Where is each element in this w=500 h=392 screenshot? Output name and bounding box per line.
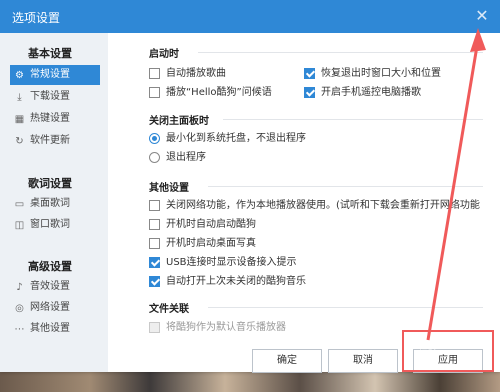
close-icon: ✕ — [475, 6, 489, 25]
sidebar-group-advanced: 高级设置 — [28, 260, 72, 273]
desktop-lyrics-icon: ▭ — [14, 199, 25, 210]
option-label: 开机时自动启动酷狗 — [166, 219, 256, 230]
divider — [198, 52, 483, 53]
refresh-icon: ↻ — [15, 136, 24, 147]
sidebar-item-label: 其他设置 — [30, 323, 70, 334]
sidebar-item-other[interactable]: ⋯ 其他设置 — [10, 319, 100, 339]
radio-circle — [149, 152, 160, 163]
checkbox-box — [149, 257, 160, 268]
divider — [208, 307, 483, 308]
divider — [208, 186, 483, 187]
checkbox-box — [149, 200, 160, 211]
checkbox-box — [149, 68, 160, 79]
sound-effect-icon: ♪ — [16, 282, 23, 293]
checkbox-box — [149, 87, 160, 98]
option-label: 开机时启动桌面写真 — [166, 238, 256, 249]
network-icon: ◎ — [15, 303, 24, 314]
close-button[interactable]: ✕ — [472, 6, 492, 26]
section-title-close-panel: 关闭主面板时 — [149, 116, 209, 127]
option-label: 播放“Hello酷狗”问候语 — [166, 87, 272, 98]
checkbox-box — [149, 238, 160, 249]
sidebar-item-label: 窗口歌词 — [30, 219, 70, 230]
disable-network-checkbox[interactable]: 关闭网络功能，作为本地播放器使用。(试听和下载会重新打开网络功能 — [149, 199, 480, 213]
auto-open-music-checkbox[interactable]: 自动打开上次未关闭的酷狗音乐 — [149, 275, 306, 289]
section-title-other: 其他设置 — [149, 183, 189, 194]
checkbox-box — [304, 87, 315, 98]
more-icon: ⋯ — [14, 324, 25, 335]
divider — [223, 119, 483, 120]
sidebar-item-label: 热键设置 — [30, 113, 70, 124]
gear-icon: ⚙ — [15, 70, 24, 81]
option-label: 退出程序 — [166, 152, 206, 163]
option-label: USB连接时显示设备接入提示 — [166, 257, 297, 268]
section-title-file-assoc: 文件关联 — [149, 304, 189, 315]
sidebar-group-basic: 基本设置 — [28, 47, 72, 60]
sidebar-group-lyrics: 歌词设置 — [28, 177, 72, 190]
checkbox-box — [149, 276, 160, 287]
sidebar-item-update[interactable]: ↻ 软件更新 — [10, 131, 100, 151]
option-label: 最小化到系统托盘，不退出程序 — [166, 133, 306, 144]
default-player-checkbox[interactable]: 将酷狗作为默认音乐播放器 — [149, 321, 286, 335]
play-greeting-checkbox[interactable]: 播放“Hello酷狗”问候语 — [149, 86, 272, 100]
option-label: 自动打开上次未关闭的酷狗音乐 — [166, 276, 306, 287]
watermark-text: 经验 — [418, 350, 438, 361]
sidebar-item-label: 音效设置 — [30, 281, 70, 292]
minimize-to-tray-radio[interactable]: 最小化到系统托盘，不退出程序 — [149, 132, 306, 146]
sidebar-item-network[interactable]: ◎ 网络设置 — [10, 298, 100, 318]
phone-remote-checkbox[interactable]: 开启手机遥控电脑播歌 — [304, 86, 421, 100]
keyboard-icon: ▦ — [14, 114, 25, 125]
boot-desktop-writing-checkbox[interactable]: 开机时启动桌面写真 — [149, 237, 256, 251]
option-label: 恢复退出时窗口大小和位置 — [321, 68, 441, 79]
boot-start-checkbox[interactable]: 开机时自动启动酷狗 — [149, 218, 256, 232]
cancel-button[interactable]: 取消 — [328, 349, 398, 373]
sidebar-item-label: 软件更新 — [30, 135, 70, 146]
sidebar-item-desktop-lyrics[interactable]: ▭ 桌面歌词 — [10, 194, 100, 214]
dialog-title: 选项设置 — [12, 11, 61, 25]
sidebar-item-label: 桌面歌词 — [30, 198, 70, 209]
download-icon: ⤓ — [17, 92, 22, 103]
ok-button[interactable]: 确定 — [252, 349, 322, 373]
sidebar-item-sound-effect[interactable]: ♪ 音效设置 — [10, 277, 100, 297]
sidebar-item-hotkey[interactable]: ▦ 热键设置 — [10, 109, 100, 129]
auto-play-checkbox[interactable]: 自动播放歌曲 — [149, 67, 226, 81]
sidebar-item-label: 网络设置 — [30, 302, 70, 313]
section-title-startup: 启动时 — [149, 49, 179, 60]
title-bar: 选项设置 ✕ — [0, 0, 500, 33]
restore-window-checkbox[interactable]: 恢复退出时窗口大小和位置 — [304, 67, 441, 81]
sidebar-item-download[interactable]: ⤓ 下载设置 — [10, 87, 100, 107]
exit-program-radio[interactable]: 退出程序 — [149, 151, 206, 165]
sidebar-item-window-lyrics[interactable]: ◫ 窗口歌词 — [10, 215, 100, 235]
usb-prompt-checkbox[interactable]: USB连接时显示设备接入提示 — [149, 256, 297, 270]
option-label: 将酷狗作为默认音乐播放器 — [166, 322, 286, 333]
checkbox-box — [149, 322, 160, 333]
window-lyrics-icon: ◫ — [14, 220, 25, 231]
option-label: 自动播放歌曲 — [166, 68, 226, 79]
settings-content: 启动时 自动播放歌曲 恢复退出时窗口大小和位置 播放“Hello酷狗”问候语 开… — [108, 33, 500, 372]
checkbox-box — [304, 68, 315, 79]
options-dialog: 选项设置 ✕ 基本设置 ⚙ 常规设置 ⤓ 下载设置 ▦ 热键设置 ↻ 软件更新 … — [0, 0, 500, 373]
radio-circle — [149, 133, 160, 144]
sidebar-item-label: 下载设置 — [30, 91, 70, 102]
sidebar-item-general[interactable]: ⚙ 常规设置 — [10, 65, 100, 85]
background-content-strip — [0, 372, 500, 392]
sidebar: 基本设置 ⚙ 常规设置 ⤓ 下载设置 ▦ 热键设置 ↻ 软件更新 歌词设置 ▭ … — [0, 33, 108, 372]
annotation-highlight-box — [402, 330, 494, 372]
option-label: 开启手机遥控电脑播歌 — [321, 87, 421, 98]
checkbox-box — [149, 219, 160, 230]
option-label: 关闭网络功能，作为本地播放器使用。(试听和下载会重新打开网络功能 — [166, 200, 480, 211]
sidebar-item-label: 常规设置 — [30, 69, 70, 80]
